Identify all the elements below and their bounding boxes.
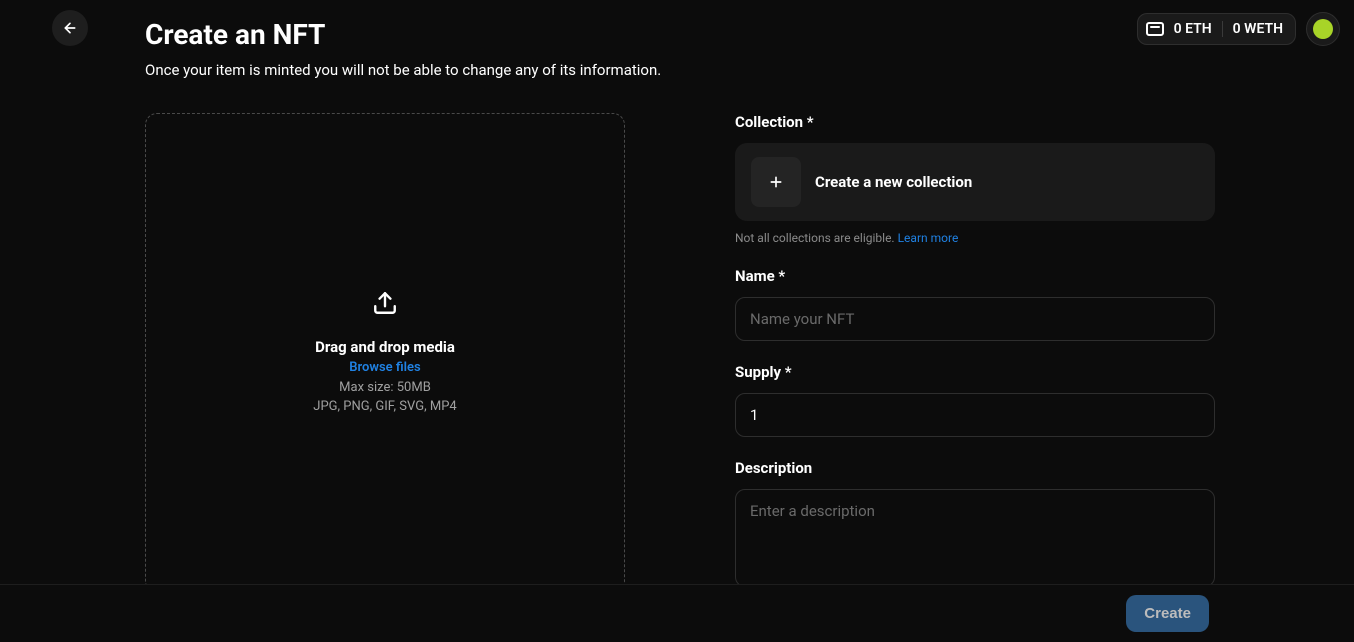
collection-label: Collection * [735, 113, 1215, 131]
form-columns: Drag and drop media Browse files Max siz… [145, 113, 1209, 613]
name-field: Name * [735, 267, 1215, 341]
collection-field: Collection * Create a new collection Not… [735, 113, 1215, 245]
name-input[interactable] [735, 297, 1215, 341]
wallet-weth-text: 0 WETH [1233, 21, 1283, 37]
create-button[interactable]: Create [1126, 595, 1209, 632]
create-collection-text: Create a new collection [815, 173, 972, 191]
back-button[interactable] [52, 10, 88, 46]
card-icon [1146, 22, 1164, 36]
supply-label: Supply * [735, 363, 1215, 381]
supply-input[interactable] [735, 393, 1215, 437]
footer: Create [0, 584, 1354, 642]
description-label: Description [735, 459, 1215, 477]
right-column: Collection * Create a new collection Not… [735, 113, 1215, 613]
dropzone-maxsize: Max size: 50MB [339, 379, 431, 397]
description-input[interactable] [735, 489, 1215, 587]
upload-icon [372, 290, 398, 320]
avatar-dot [1313, 19, 1333, 39]
arrow-left-icon [62, 20, 78, 36]
media-dropzone[interactable]: Drag and drop media Browse files Max siz… [145, 113, 625, 593]
plus-icon [751, 157, 801, 207]
page-subtitle: Once your item is minted you will not be… [145, 61, 1209, 79]
learn-more-link[interactable]: Learn more [898, 231, 959, 245]
description-field: Description [735, 459, 1215, 591]
wallet-divider [1222, 21, 1223, 37]
wallet-balance[interactable]: 0 ETH 0 WETH [1137, 13, 1296, 45]
wallet-eth-text: 0 ETH [1174, 21, 1212, 37]
dropzone-title: Drag and drop media [315, 338, 455, 356]
avatar[interactable] [1306, 12, 1340, 46]
page-title: Create an NFT [145, 18, 1209, 51]
dropzone-formats: JPG, PNG, GIF, SVG, MP4 [313, 398, 456, 416]
collection-note: Not all collections are eligible. Learn … [735, 231, 1215, 245]
main-content: Create an NFT Once your item is minted y… [0, 0, 1354, 613]
left-column: Drag and drop media Browse files Max siz… [145, 113, 625, 613]
name-label: Name * [735, 267, 1215, 285]
header-right: 0 ETH 0 WETH [1137, 12, 1340, 46]
collection-note-text: Not all collections are eligible. [735, 231, 895, 245]
browse-files-link[interactable]: Browse files [349, 360, 420, 375]
supply-field: Supply * [735, 363, 1215, 437]
create-collection-card[interactable]: Create a new collection [735, 143, 1215, 221]
